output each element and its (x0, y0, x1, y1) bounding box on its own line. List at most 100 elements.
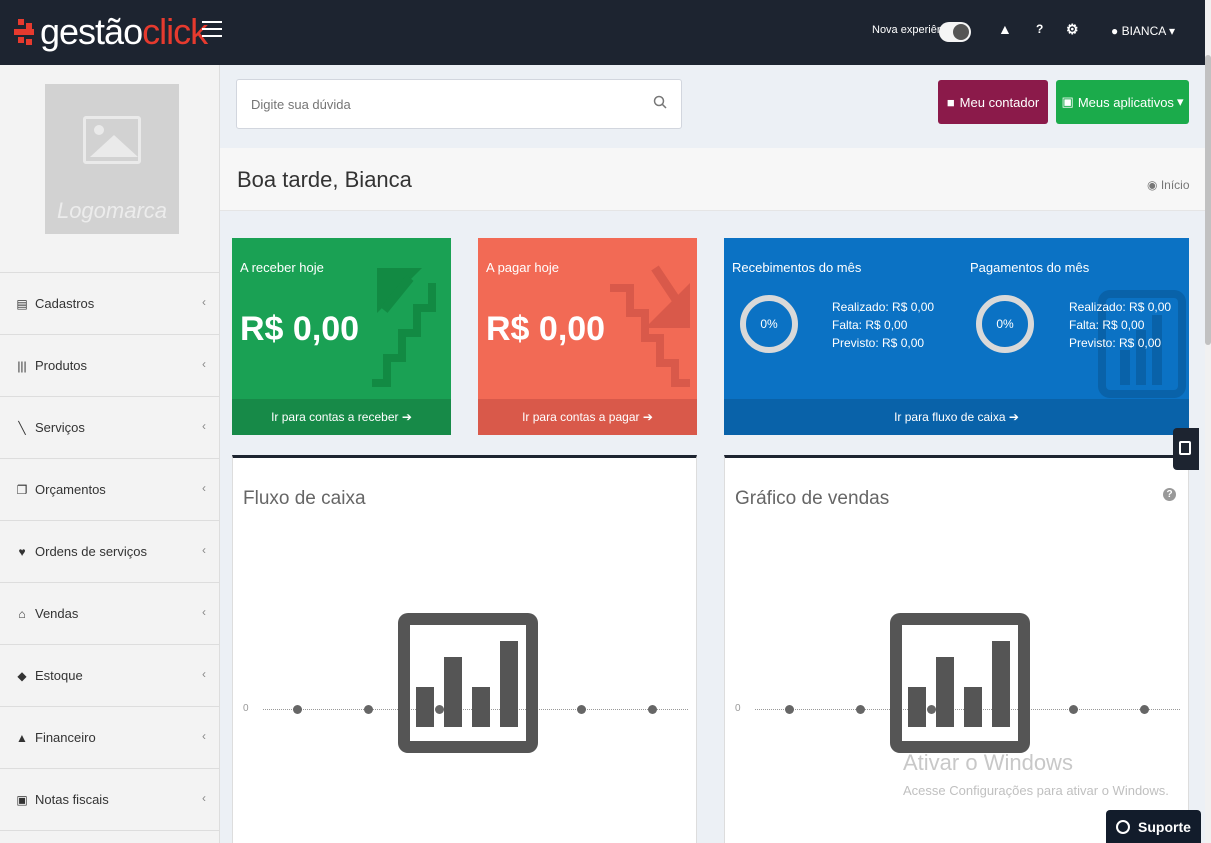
card-link-label: Ir para fluxo de caixa (894, 410, 1006, 424)
search-icon[interactable] (653, 95, 667, 109)
panel-title: Gráfico de vendas (735, 488, 890, 509)
sidebar-item-servicos[interactable]: ╲ Serviços ‹ (0, 396, 220, 458)
sidebar-item-orcamentos[interactable]: ❐ Orçamentos ‹ (0, 458, 220, 520)
sidebar-item-label: Vendas (35, 606, 79, 621)
chevron-left-icon: ‹ (202, 729, 206, 743)
contas-a-pagar-link[interactable]: Ir para contas a pagar ➔ (478, 399, 697, 435)
recebimentos-title: Recebimentos do mês (732, 260, 862, 275)
menu-icon[interactable] (202, 18, 224, 40)
sidebar-menu: ▤ Cadastros ‹ ||| Produtos ‹ ╲ Serviços ‹ ❐ Orç… (0, 272, 220, 843)
scrollbar-thumb[interactable] (1205, 55, 1211, 345)
card-title: A receber hoje (240, 260, 324, 275)
chevron-left-icon: ‹ (202, 605, 206, 619)
sidebar-item-label: Estoque (35, 668, 83, 683)
page-scrollbar[interactable] (1205, 0, 1211, 843)
settings-icon[interactable]: ⚙ (1066, 21, 1079, 38)
chevron-left-icon: ‹ (202, 667, 206, 681)
company-logo-placeholder[interactable]: Logomarca (45, 84, 179, 234)
rec-realizado: Realizado: R$ 0,00 (832, 300, 935, 314)
meu-contador-button[interactable]: ■ Meu contador (938, 80, 1048, 124)
bar-chart-icon (398, 613, 538, 753)
arrow-circle-right-icon: ➔ (642, 410, 653, 424)
help-icon[interactable]: ? (1036, 22, 1043, 36)
sidebar-item-label: Ordens de serviços (35, 544, 147, 559)
help-search-input[interactable] (237, 80, 637, 128)
chevron-left-icon: ‹ (202, 791, 206, 805)
basket-icon: ⌂ (18, 606, 26, 621)
pag-realizado: Realizado: R$ 0,00 (1069, 300, 1172, 314)
chart-point (856, 705, 865, 714)
pag-falta: Falta: R$ 0,00 (1069, 318, 1145, 332)
caret-down-icon: ▾ (1176, 94, 1184, 109)
chart-point (1069, 705, 1078, 714)
sidebar-item-vendas[interactable]: ⌂ Vendas ‹ (0, 582, 220, 644)
fluxo-do-mes-card: Recebimentos do mês Pagamentos do mês 0%… (724, 238, 1189, 435)
help-icon[interactable]: ? (1163, 488, 1176, 501)
axis-zero-label: 0 (243, 703, 249, 714)
chart-point (293, 705, 302, 714)
chevron-left-icon: ‹ (202, 543, 206, 557)
sidebar-item-ordens-de-servicos[interactable]: ♥ Ordens de serviços ‹ (0, 520, 220, 582)
barcode-icon: ||| (17, 358, 27, 373)
fluxo-de-caixa-link[interactable]: Ir para fluxo de caixa ➔ (724, 399, 1189, 435)
chevron-left-icon: ‹ (202, 419, 206, 433)
user-menu[interactable]: ● BIANCA ▾ (1111, 24, 1175, 38)
logo-text-gestao: gestão (40, 11, 143, 52)
card-link-label: Ir para contas a receber (271, 410, 399, 424)
panel-icon (1179, 441, 1191, 455)
help-search-box (236, 79, 682, 129)
side-panel-toggle[interactable] (1173, 428, 1199, 470)
axis-zero-label: 0 (735, 703, 741, 714)
breadcrumb-inicio: Início (1160, 178, 1190, 192)
sidebar-item-label: Financeiro (35, 730, 96, 745)
pagamentos-progress-ring: 0% (976, 295, 1034, 353)
card-amount: R$ 0,00 (486, 310, 606, 348)
arrow-circle-right-icon: ➔ (1008, 410, 1019, 424)
fluxo-de-caixa-panel: Fluxo de caixa 0 (232, 455, 697, 843)
sidebar-item-produtos[interactable]: ||| Produtos ‹ (0, 334, 220, 396)
rec-falta: Falta: R$ 0,00 (832, 318, 908, 332)
pagamentos-title: Pagamentos do mês (970, 260, 1090, 275)
wrench-icon: ╲ (18, 420, 26, 435)
sidebar-item-label: Cadastros (35, 296, 95, 311)
card-link-label: Ir para contas a pagar (522, 410, 640, 424)
copy-icon: ❐ (16, 482, 28, 497)
cup-icon: ♥ (18, 544, 26, 559)
sidebar-item-label: Serviços (35, 420, 85, 435)
a-receber-hoje-card: A receber hoje R$ 0,00 Ir para contas a … (232, 238, 451, 435)
contas-a-receber-link[interactable]: Ir para contas a receber ➔ (232, 399, 451, 435)
sitemap-icon: ▣ (1061, 94, 1074, 109)
card-title: A pagar hoje (486, 260, 560, 275)
list-icon: ▤ (16, 296, 28, 311)
card-amount: R$ 0,00 (240, 310, 360, 348)
logo-placeholder-text: Logomarca (56, 198, 168, 223)
briefcase-icon: ■ (946, 94, 955, 110)
chevron-left-icon: ‹ (202, 295, 206, 309)
image-icon (83, 116, 141, 164)
caret-down-icon: ▾ (1168, 24, 1175, 38)
panel-title: Fluxo de caixa (243, 488, 366, 509)
chart-point (1140, 705, 1149, 714)
sidebar-item-notas-fiscais[interactable]: ▣ Notas fiscais ‹ (0, 768, 220, 830)
sidebar-item-cadastros[interactable]: ▤ Cadastros ‹ (0, 272, 220, 334)
suporte-button[interactable]: Suporte (1106, 810, 1201, 843)
page-title: Boa tarde, Bianca (237, 167, 412, 192)
sidebar-item-estoque[interactable]: ◆ Estoque ‹ (0, 644, 220, 706)
trend-up-icon (372, 268, 436, 387)
chart-point (785, 705, 794, 714)
meus-aplicativos-button[interactable]: ▣ Meus aplicativos ▾ (1056, 80, 1189, 124)
brand-logo[interactable]: gestão click (14, 8, 208, 56)
breadcrumb[interactable]: ◉ Início (1147, 178, 1190, 192)
nova-experiencia-toggle[interactable] (939, 22, 971, 42)
suporte-label: Suporte (1138, 818, 1191, 835)
a-pagar-hoje-card: A pagar hoje R$ 0,00 Ir para contas a pa… (478, 238, 697, 435)
chevron-left-icon: ‹ (202, 357, 206, 371)
sitemap-icon: ▣ (16, 792, 28, 807)
logo-text-click: click (142, 11, 208, 52)
chevron-left-icon: ‹ (202, 481, 206, 495)
chat-icon (1116, 819, 1131, 834)
meus-aplicativos-label: Meus aplicativos (1077, 94, 1174, 110)
alert-icon[interactable]: ▲ (998, 21, 1012, 37)
sidebar-item-financeiro[interactable]: ▲ Financeiro ‹ (0, 706, 220, 768)
recebimentos-progress-ring: 0% (740, 295, 798, 353)
